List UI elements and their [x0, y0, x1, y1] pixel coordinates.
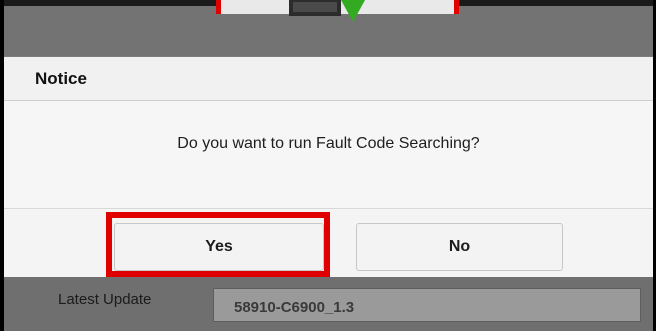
notice-dialog: Notice Do you want to run Fault Code Sea…: [4, 57, 653, 277]
no-button[interactable]: No: [356, 223, 563, 271]
dialog-message: Do you want to run Fault Code Searching?: [177, 135, 480, 152]
app-frame: Latest Update 58910-C6900_1.3 Notice Do …: [4, 0, 653, 331]
dialog-header: Notice: [4, 57, 653, 101]
latest-update-field: 58910-C6900_1.3: [213, 288, 641, 322]
dialog-title: Notice: [35, 69, 87, 88]
latest-update-label: Latest Update: [58, 291, 152, 308]
vehicle-device-icon: [289, 0, 365, 22]
yes-button[interactable]: Yes: [114, 223, 324, 271]
